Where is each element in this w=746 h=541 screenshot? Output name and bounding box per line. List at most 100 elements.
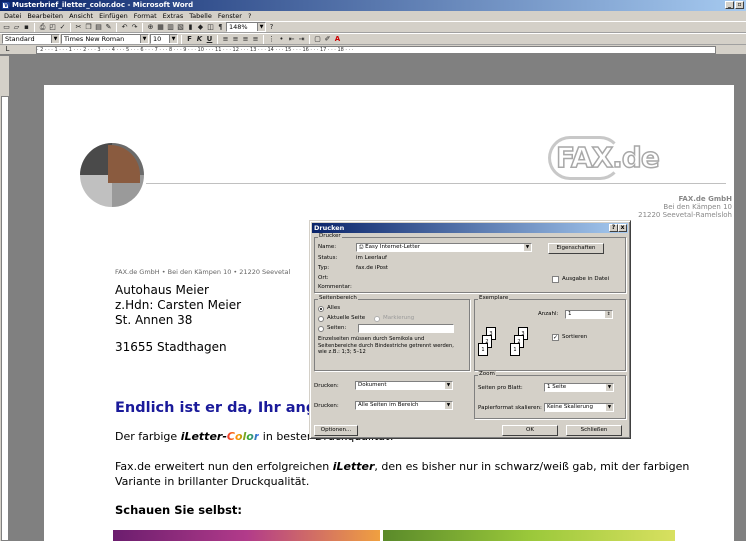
show-hide-icon[interactable]: ¶ <box>216 23 225 32</box>
type-label: Typ: <box>318 265 330 271</box>
zoom-select[interactable]: 148% ▼ <box>226 22 266 32</box>
ok-button[interactable]: OK <box>502 425 558 436</box>
cancel-button[interactable]: Schließen <box>566 425 622 436</box>
underline-button[interactable]: U <box>205 35 214 44</box>
menu-ansicht[interactable]: Ansicht <box>69 11 93 21</box>
highlight-icon[interactable]: ✐ <box>323 35 332 44</box>
tables-icon[interactable]: ▦ <box>156 23 165 32</box>
selection-label: Markierung <box>383 315 415 321</box>
options-button[interactable]: Optionen... <box>314 425 358 436</box>
pages-radio[interactable] <box>318 326 324 332</box>
help-button[interactable]: ? <box>609 224 618 232</box>
align-center-icon[interactable]: ≡ <box>231 35 240 44</box>
current-page-radio[interactable] <box>318 316 324 322</box>
toolbar-separator <box>70 22 71 32</box>
columns-icon[interactable]: ▮ <box>186 23 195 32</box>
cut-icon[interactable]: ✂ <box>74 23 83 32</box>
chevron-down-icon: ▼ <box>445 382 452 389</box>
drawing-icon[interactable]: ◆ <box>196 23 205 32</box>
sample-image-green <box>383 530 675 541</box>
toolbar-separator <box>34 22 35 32</box>
recipient-line: Autohaus Meier <box>115 283 209 297</box>
dialog-titlebar: Drucken ? x <box>312 223 628 233</box>
align-left-icon[interactable]: ≡ <box>221 35 230 44</box>
menu-fenster[interactable]: Fenster <box>218 11 242 21</box>
undo-icon[interactable]: ↶ <box>120 23 129 32</box>
location-label: Ort: <box>318 275 329 281</box>
all-pages-label: Alles <box>327 305 341 311</box>
font-size-select[interactable]: 10 ▼ <box>150 34 178 44</box>
copies-spinner[interactable]: 1 ⇕ <box>565 310 613 319</box>
menu-format[interactable]: Format <box>134 11 157 21</box>
menu-help[interactable]: ? <box>248 11 251 21</box>
zoom-group: Zoom <box>474 371 626 419</box>
company-address-line: 21220 Seevetal-Ramelsloh <box>638 211 732 219</box>
menu-tabelle[interactable]: Tabelle <box>189 11 212 21</box>
minimize-button[interactable]: _ <box>725 1 734 9</box>
company-logo-image <box>80 143 144 207</box>
print-preview-icon[interactable]: ◰ <box>48 23 57 32</box>
collate-checkbox[interactable]: ✓ <box>552 334 559 341</box>
company-name: FAX.de GmbH <box>678 195 732 203</box>
document-map-icon[interactable]: ◫ <box>206 23 215 32</box>
print-what-select[interactable]: Dokument ▼ <box>355 381 453 390</box>
numbering-icon[interactable]: ⋮ <box>267 35 276 44</box>
menu-bearbeiten[interactable]: Bearbeiten <box>27 11 63 21</box>
menu-extras[interactable]: Extras <box>163 11 184 21</box>
decrease-indent-icon[interactable]: ⇤ <box>287 35 296 44</box>
new-document-icon[interactable]: ▭ <box>2 23 11 32</box>
chevron-down-icon: ▼ <box>51 35 59 43</box>
paste-icon[interactable]: ▤ <box>94 23 103 32</box>
copy-icon[interactable]: ❐ <box>84 23 93 32</box>
scale-label: Papierformat skalieren: <box>478 405 542 411</box>
italic-button[interactable]: K <box>195 35 204 44</box>
group-label: Exemplare <box>478 295 510 301</box>
company-address-block: FAX.de GmbH Bei den Kämpen 10 21220 Seev… <box>638 195 732 219</box>
print-to-file-label: Ausgabe in Datei <box>562 276 610 282</box>
scale-select[interactable]: Keine Skalierung ▼ <box>544 403 614 412</box>
restore-button[interactable]: ▫ <box>735 1 744 9</box>
window-titlebar: Musterbrief_iletter_color.doc - Microsof… <box>0 0 746 11</box>
font-select[interactable]: Times New Roman ▼ <box>61 34 149 44</box>
style-select[interactable]: Standard ▼ <box>2 34 60 44</box>
menu-einfuegen[interactable]: Einfügen <box>99 11 128 21</box>
hyperlink-icon[interactable]: ⊕ <box>146 23 155 32</box>
group-label: Drucker <box>318 233 342 239</box>
align-right-icon[interactable]: ≡ <box>241 35 250 44</box>
tab-selector-icon[interactable]: L <box>3 45 12 54</box>
pages-per-sheet-select[interactable]: 1 Seite ▼ <box>544 383 614 392</box>
bold-button[interactable]: F <box>185 35 194 44</box>
redo-icon[interactable]: ↷ <box>130 23 139 32</box>
type-value: fax.de iPost <box>356 265 388 271</box>
print-icon[interactable]: ⎙ <box>38 23 47 32</box>
office-assistant-icon[interactable]: ? <box>267 23 276 32</box>
close-button[interactable]: x <box>618 224 627 232</box>
text-run: Der farbige <box>115 430 181 443</box>
menu-datei[interactable]: Datei <box>4 11 21 21</box>
border-icon[interactable]: ▢ <box>313 35 322 44</box>
excel-icon[interactable]: ▧ <box>176 23 185 32</box>
recipient-line: z.Hdn: Carsten Meier <box>115 298 242 312</box>
properties-button[interactable]: Eigenschaften <box>548 243 604 254</box>
bullets-icon[interactable]: • <box>277 35 286 44</box>
dialog-title: Drucken <box>314 224 345 232</box>
increase-indent-icon[interactable]: ⇥ <box>297 35 306 44</box>
open-icon[interactable]: ▱ <box>12 23 21 32</box>
save-icon[interactable]: ▪ <box>22 23 31 32</box>
pages-input[interactable] <box>358 324 454 333</box>
sender-line: FAX.de GmbH • Bei den Kämpen 10 • 21220 … <box>115 268 291 276</box>
comment-label: Kommentar: <box>318 284 352 290</box>
printer-name-select[interactable]: ⎙ Easy Internet-Letter ▼ <box>356 243 532 252</box>
print-pages-select[interactable]: Alle Seiten im Bereich ▼ <box>355 401 453 410</box>
spellcheck-icon[interactable]: ✓ <box>58 23 67 32</box>
vertical-ruler-scale[interactable] <box>1 96 9 541</box>
print-to-file-checkbox[interactable] <box>552 276 559 283</box>
word-app-icon[interactable] <box>2 0 11 11</box>
chevron-down-icon: ▼ <box>257 23 265 31</box>
ruler-scale[interactable]: · 2 · · · 1 · · · 1 · · · 2 · · · 3 · · … <box>36 46 716 54</box>
justify-icon[interactable]: ≡ <box>251 35 260 44</box>
format-painter-icon[interactable]: ✎ <box>104 23 113 32</box>
insert-table-icon[interactable]: ▥ <box>166 23 175 32</box>
font-color-icon[interactable]: A <box>333 35 342 44</box>
all-pages-radio[interactable] <box>318 306 324 312</box>
